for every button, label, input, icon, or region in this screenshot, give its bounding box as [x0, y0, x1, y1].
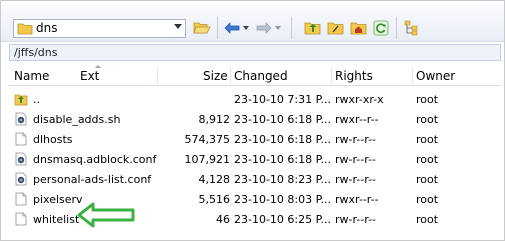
file-panel-window: dns /jffs/dns Name Ext Size Changed Righ…: [0, 0, 505, 241]
file-size: 4,128: [198, 173, 231, 186]
folder-icon: [17, 22, 33, 38]
back-arrow-icon[interactable]: [223, 19, 241, 37]
file-changed: 23-10-10 6:25 P...: [234, 213, 332, 226]
column-divider[interactable]: [230, 67, 231, 84]
file-row[interactable]: personal-ads-list.conf 4,128 23-10-10 8:…: [9, 169, 501, 189]
file-size: 46: [216, 213, 230, 226]
forward-dropdown-icon[interactable]: [274, 19, 282, 37]
file-icon: [14, 192, 28, 209]
file-owner: root: [416, 113, 439, 126]
column-divider[interactable]: [157, 67, 158, 84]
file-row[interactable]: disable_adds.sh 8,912 23-10-10 6:18 P...…: [9, 109, 501, 129]
refresh-icon[interactable]: [372, 19, 390, 37]
file-name: ..: [33, 93, 40, 106]
root-folder-icon[interactable]: [326, 19, 344, 37]
file-row[interactable]: dlhosts 574,375 23-10-10 6:18 P... rw-r-…: [9, 129, 501, 149]
file-rights: rwxr--r--: [335, 113, 379, 126]
annotation-arrow-icon: [77, 202, 135, 231]
toolbar-separator: [217, 17, 218, 39]
file-size: 574,375: [184, 133, 231, 146]
file-changed: 23-10-10 8:23 P...: [234, 173, 332, 186]
column-size[interactable]: Size: [203, 69, 228, 83]
file-name: personal-ads-list.conf: [33, 173, 152, 186]
home-folder-icon[interactable]: [349, 19, 367, 37]
back-dropdown-icon[interactable]: [242, 19, 250, 37]
column-name[interactable]: Name: [14, 69, 49, 83]
script-file-icon: [14, 112, 28, 129]
column-header: Name Ext Size Changed Rights Owner: [9, 65, 501, 86]
config-file-icon: [14, 172, 28, 189]
column-rights[interactable]: Rights: [335, 69, 373, 83]
file-name: dnsmasq.adblock.conf: [33, 153, 157, 166]
toolbar-separator: [396, 17, 397, 39]
toolbar: dns: [1, 1, 504, 42]
file-rights: rwxr--r--: [335, 193, 379, 206]
file-changed: 23-10-10 6:18 P...: [234, 133, 332, 146]
parent-dir-icon: [14, 92, 28, 109]
config-file-icon: [14, 152, 28, 169]
file-changed: 23-10-10 6:18 P...: [234, 113, 332, 126]
tree-icon[interactable]: [403, 19, 421, 37]
file-changed: 23-10-10 7:31 P...: [234, 93, 332, 106]
file-owner: root: [416, 133, 439, 146]
path-bar[interactable]: /jffs/dns: [9, 44, 501, 61]
column-divider[interactable]: [331, 67, 332, 84]
file-name: whitelist: [33, 213, 80, 226]
toolbar-separator: [291, 17, 292, 39]
file-rights: rw-r--r--: [335, 153, 377, 166]
open-folder-icon[interactable]: [192, 19, 212, 37]
column-ext[interactable]: Ext: [80, 69, 99, 83]
column-owner[interactable]: Owner: [416, 69, 455, 83]
file-name: disable_adds.sh: [33, 113, 121, 126]
file-owner: root: [416, 173, 439, 186]
file-name: pixelserv: [33, 193, 83, 206]
column-changed[interactable]: Changed: [234, 69, 288, 83]
file-rights: rw-r--r--: [335, 213, 377, 226]
file-size: 5,516: [198, 193, 231, 206]
location-value: dns: [36, 21, 58, 35]
column-divider[interactable]: [412, 67, 413, 84]
file-icon: [14, 132, 28, 149]
parent-folder-icon[interactable]: [303, 19, 321, 37]
file-changed: 23-10-10 8:03 P...: [234, 193, 332, 206]
file-rights: rw-r--r--: [335, 133, 377, 146]
file-owner: root: [416, 153, 439, 166]
file-icon: [14, 212, 28, 229]
file-changed: 23-10-10 6:18 P...: [234, 153, 332, 166]
sort-indicator-icon: [95, 65, 101, 68]
file-rights: rwxr-xr-x: [335, 93, 384, 106]
location-combobox[interactable]: dns: [13, 19, 186, 38]
file-rights: rw-r--r--: [335, 173, 377, 186]
chevron-down-icon[interactable]: [174, 24, 182, 29]
file-size: 107,921: [184, 153, 231, 166]
file-owner: root: [416, 213, 439, 226]
forward-arrow-icon[interactable]: [255, 19, 273, 37]
file-owner: root: [416, 193, 439, 206]
file-size: 8,912: [198, 113, 231, 126]
file-row-parent[interactable]: .. 23-10-10 7:31 P... rwxr-xr-x root: [9, 89, 501, 109]
file-row[interactable]: dnsmasq.adblock.conf 107,921 23-10-10 6:…: [9, 149, 501, 169]
file-owner: root: [416, 93, 439, 106]
file-name: dlhosts: [33, 133, 73, 146]
